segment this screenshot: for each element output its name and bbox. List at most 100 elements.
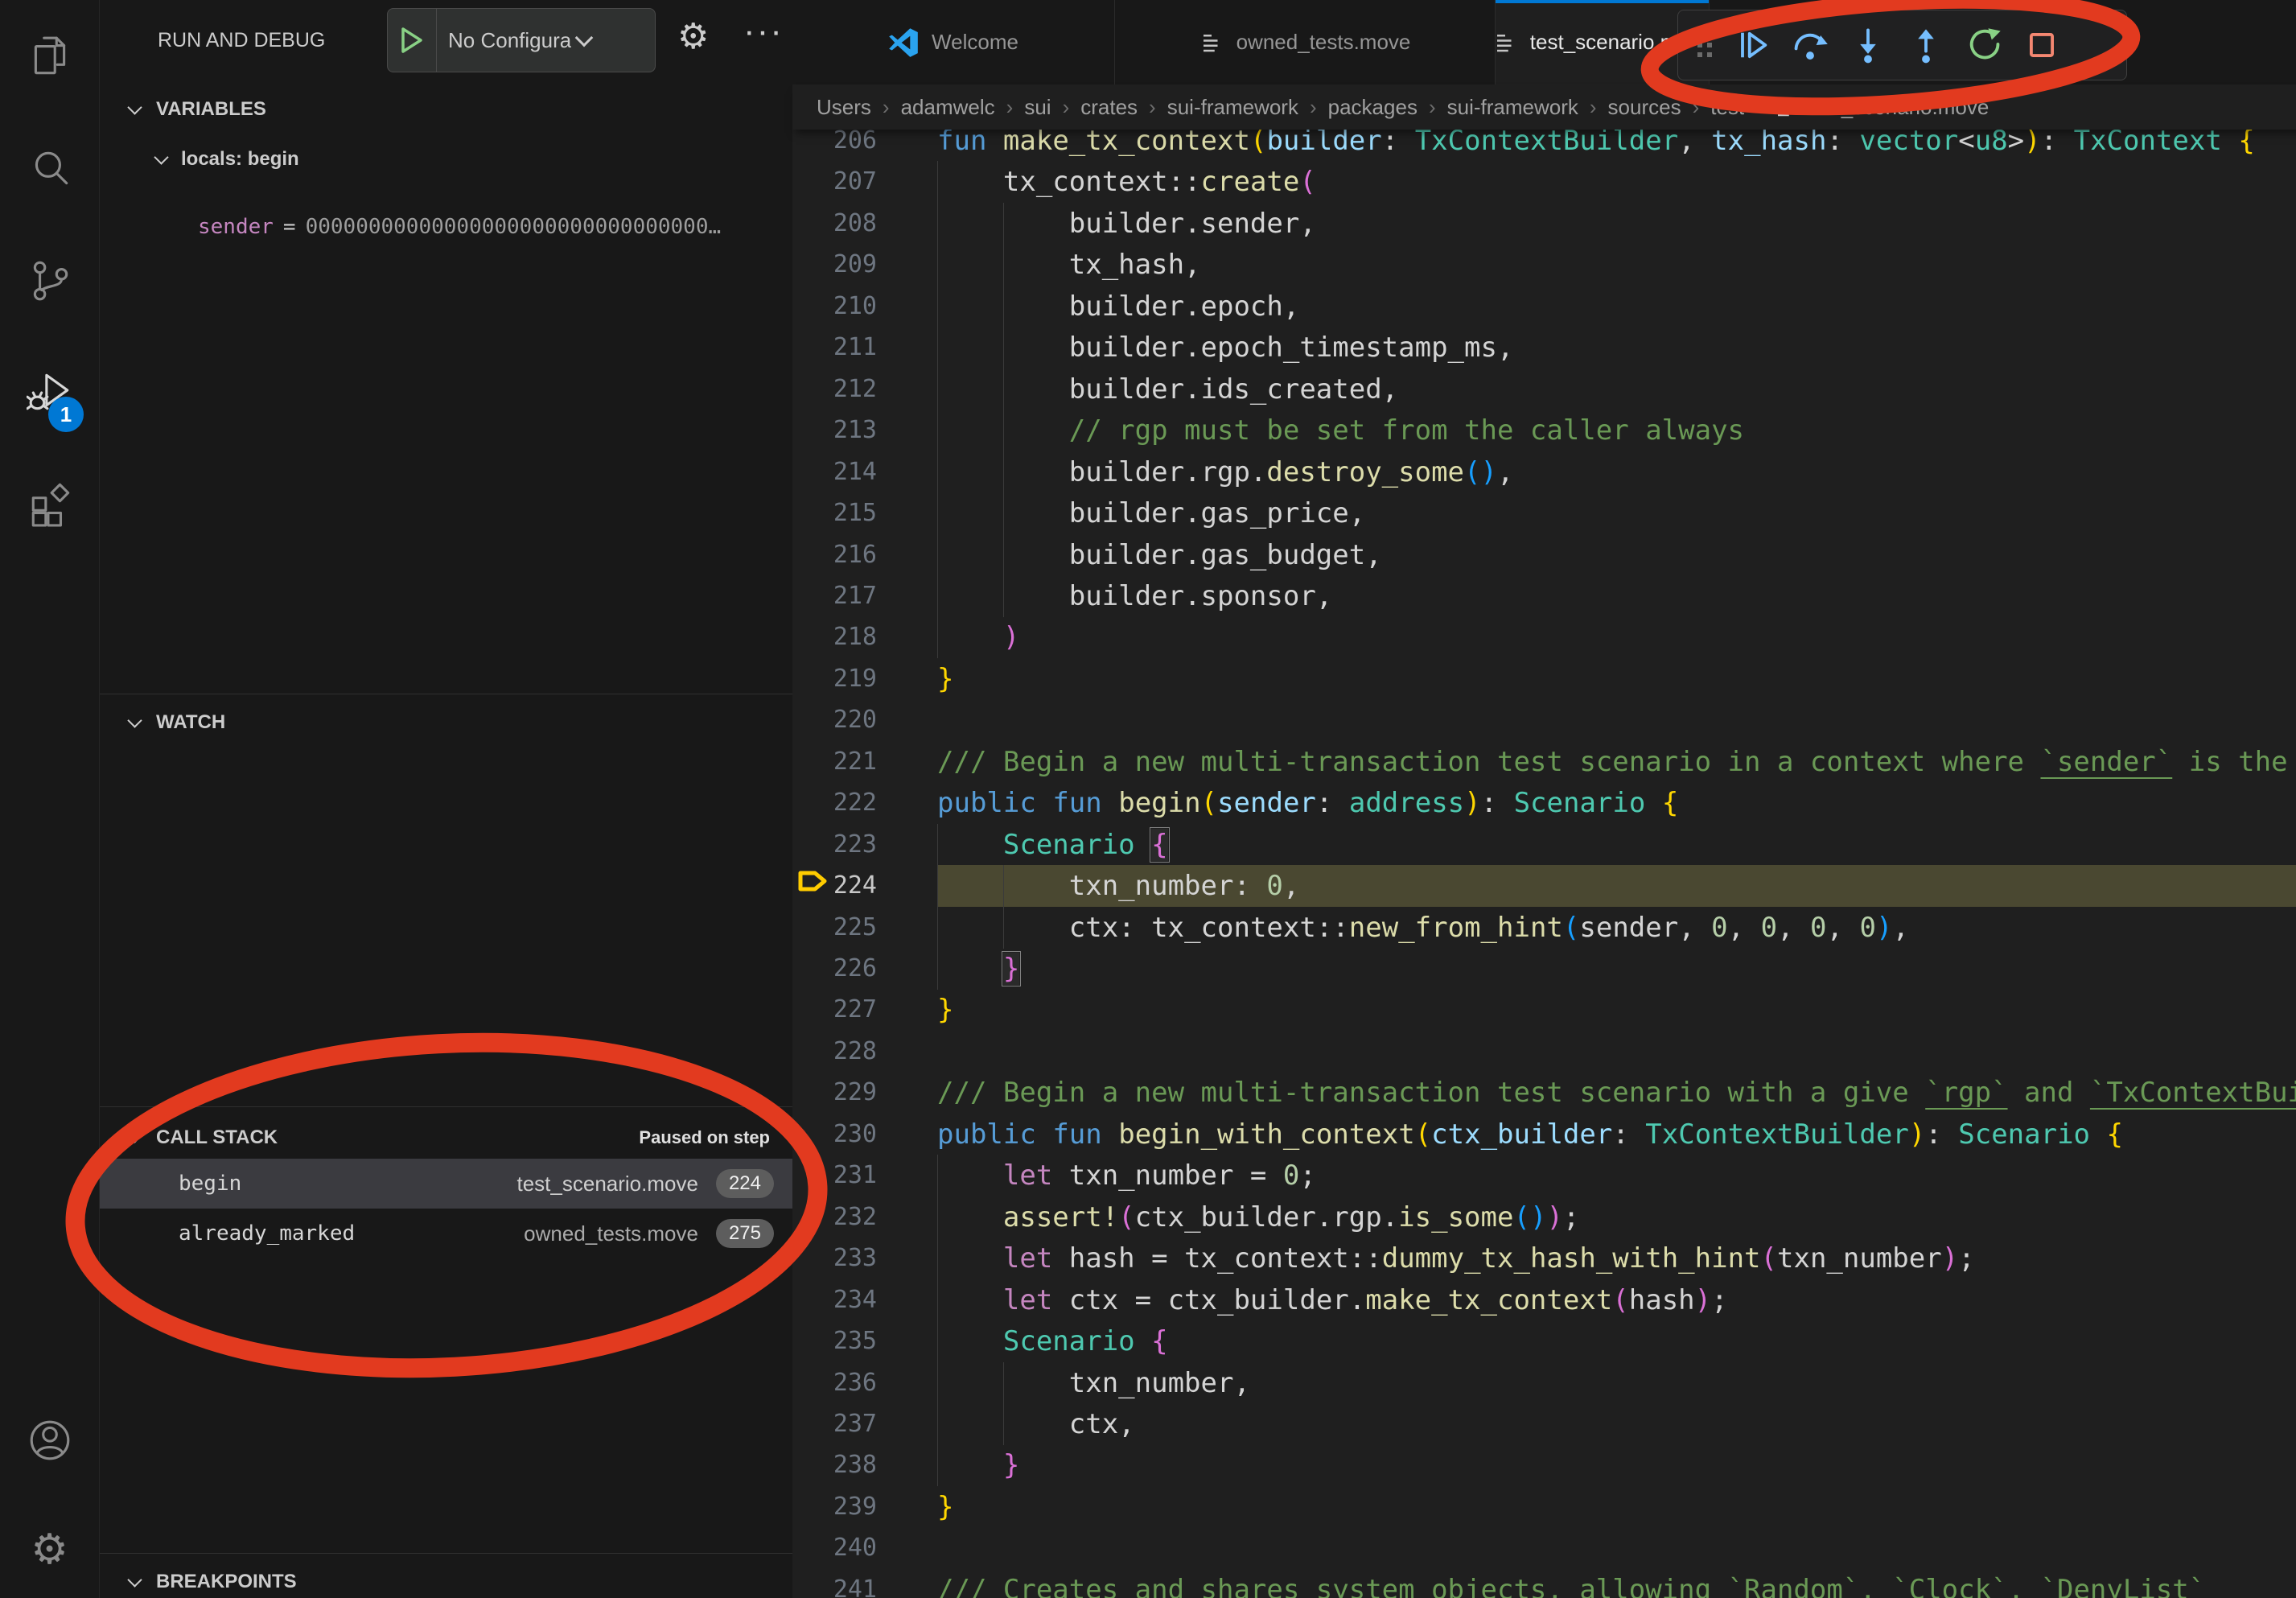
line-number[interactable]: 207 [792, 161, 877, 203]
line-number[interactable]: 222 [792, 782, 877, 824]
activity-item-run-and-debug[interactable]: 1 [0, 347, 99, 437]
indent-guide [1003, 492, 1004, 534]
line-number[interactable]: 212 [792, 369, 877, 410]
line-number[interactable]: 210 [792, 286, 877, 327]
variable-row[interactable]: sender = 0000000000000000000000000000000… [100, 206, 792, 248]
breadcrumb-item-Users[interactable]: Users [817, 95, 871, 120]
call-stack-frame-already_marked[interactable]: already_marked owned_tests.move 275 [100, 1209, 792, 1258]
line-number[interactable]: 232 [792, 1196, 877, 1238]
code-line-content: builder.epoch, [937, 286, 1299, 327]
line-number[interactable]: 208 [792, 203, 877, 245]
indent-guide [1003, 534, 1004, 576]
line-number[interactable]: 227 [792, 989, 877, 1031]
activity-item-search[interactable] [0, 123, 99, 213]
watch-section-header[interactable]: WATCH [100, 702, 792, 743]
line-number[interactable]: 237 [792, 1403, 877, 1445]
line-number[interactable]: 231 [792, 1155, 877, 1196]
debug-step-out-button[interactable] [1897, 17, 1955, 73]
code-line-content: builder.ids_created, [937, 369, 1398, 410]
breadcrumb-item-sources[interactable]: sources [1608, 95, 1681, 120]
line-number[interactable]: 226 [792, 948, 877, 990]
breadcrumb-separator: › [1063, 95, 1070, 120]
debug-step-over-button[interactable] [1781, 17, 1839, 73]
line-number[interactable]: 233 [792, 1238, 877, 1279]
line-number[interactable]: 223 [792, 824, 877, 866]
call-stack-frame-begin[interactable]: begin test_scenario.move 224 [100, 1159, 792, 1209]
debug-step-into-button[interactable] [1839, 17, 1897, 73]
activity-item-extensions[interactable] [0, 459, 99, 549]
code-line-231: 231let txn_number = 0; [792, 1155, 2296, 1196]
breadcrumb-item-crates[interactable]: crates [1080, 95, 1138, 120]
debug-continue-button[interactable] [1723, 17, 1781, 73]
toolbar-drag-grip-icon[interactable] [1686, 17, 1723, 73]
line-number[interactable]: 234 [792, 1279, 877, 1321]
breadcrumb-item-sui-framework[interactable]: sui-framework [1447, 95, 1578, 120]
line-number[interactable]: 228 [792, 1031, 877, 1073]
activity-item-source-control[interactable] [0, 235, 99, 325]
line-number[interactable]: 241 [792, 1569, 877, 1598]
line-number[interactable]: 236 [792, 1362, 877, 1404]
code-editor[interactable]: 206fun make_tx_context(builder: TxContex… [792, 130, 2296, 1598]
line-number[interactable]: 240 [792, 1527, 877, 1569]
line-number[interactable]: 229 [792, 1072, 877, 1114]
breakpoints-section-header[interactable]: BREAKPOINTS [100, 1561, 792, 1598]
code-line-222: 222public fun begin(sender: address): Sc… [792, 782, 2296, 824]
line-number[interactable]: 214 [792, 451, 877, 493]
start-debug-button[interactable] [388, 9, 437, 72]
chevron-down-icon [127, 100, 142, 114]
code-line-content: txn_number: 0, [937, 865, 1299, 907]
code-line-213: 213// rgp must be set from the caller al… [792, 410, 2296, 451]
code-line-229: 229/// Begin a new multi-transaction tes… [792, 1072, 2296, 1114]
line-number[interactable]: 220 [792, 699, 877, 741]
line-number[interactable]: 230 [792, 1114, 877, 1155]
code-line-220: 220 [792, 699, 2296, 741]
activity-item-settings[interactable]: ⚙ [0, 1505, 99, 1595]
line-number[interactable]: 235 [792, 1320, 877, 1362]
debug-stop-button[interactable] [2013, 17, 2071, 73]
sidebar-more-actions-icon[interactable]: ··· [743, 11, 784, 51]
line-number[interactable]: 211 [792, 327, 877, 369]
line-number[interactable]: 215 [792, 492, 877, 534]
line-number[interactable]: 209 [792, 244, 877, 286]
code-line-218: 218) [792, 616, 2296, 658]
line-number[interactable]: 239 [792, 1486, 877, 1528]
breadcrumb-item-packages[interactable]: packages [1328, 95, 1418, 120]
frame-file: owned_tests.move [524, 1221, 698, 1246]
code-line-content: let hash = tx_context::dummy_tx_hash_wit… [937, 1238, 1975, 1279]
debug-restart-button[interactable] [1955, 17, 2013, 73]
breadcrumb-item-adamwelc[interactable]: adamwelc [901, 95, 995, 120]
line-number[interactable]: 206 [792, 130, 877, 162]
breadcrumb-file-item[interactable]: test_scenario.move [1774, 95, 1989, 120]
line-number[interactable]: 218 [792, 616, 877, 658]
variables-scope-row[interactable]: locals: begin [100, 138, 792, 180]
line-number[interactable]: 221 [792, 741, 877, 783]
code-line-224: 224txn_number: 0, [792, 865, 2296, 907]
line-number[interactable]: 213 [792, 410, 877, 451]
line-number[interactable]: 216 [792, 534, 877, 576]
breadcrumb-item-sui-framework[interactable]: sui-framework [1167, 95, 1298, 120]
indent-guide [937, 824, 938, 866]
tab-label: Welcome [932, 30, 1018, 55]
code-line-228: 228 [792, 1031, 2296, 1073]
activity-item-explorer[interactable] [0, 11, 99, 101]
indent-guide [1003, 575, 1004, 617]
variables-section-header[interactable]: VARIABLES [100, 89, 792, 130]
code-line-230: 230public fun begin_with_context(ctx_bui… [792, 1114, 2296, 1155]
indent-guide [937, 907, 938, 949]
tab-owned_tests.move[interactable]: owned_tests.move [1115, 0, 1496, 84]
indent-guide [1003, 244, 1004, 286]
tab-Welcome[interactable]: Welcome [792, 0, 1115, 84]
activity-item-account[interactable] [0, 1395, 99, 1485]
line-number[interactable]: 238 [792, 1444, 877, 1486]
debug-config-dropdown[interactable]: No Configura [448, 28, 571, 53]
debug-settings-gear-icon[interactable]: ⚙ [677, 19, 709, 55]
section-divider [100, 1553, 792, 1554]
breadcrumb-item-test[interactable]: test [1710, 95, 1744, 120]
line-number[interactable]: 225 [792, 907, 877, 949]
breadcrumb-item-sui[interactable]: sui [1024, 95, 1051, 120]
line-number[interactable]: 219 [792, 658, 877, 700]
code-line-content: Scenario { [937, 824, 1168, 866]
debug-config-control[interactable]: No Configura [387, 8, 656, 72]
call-stack-section-header[interactable]: CALL STACK Paused on step [100, 1117, 792, 1159]
line-number[interactable]: 217 [792, 575, 877, 617]
